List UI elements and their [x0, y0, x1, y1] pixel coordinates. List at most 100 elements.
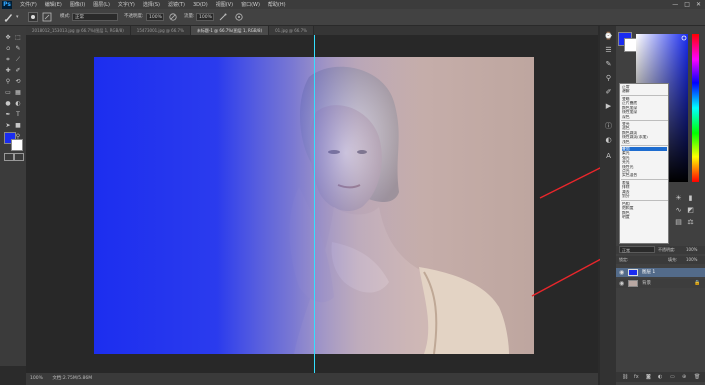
gradient-tool-icon[interactable]: ▦ [14, 89, 22, 97]
path-select-tool-icon[interactable]: ➤ [4, 122, 12, 130]
menu-layer[interactable]: 图层(L) [93, 1, 110, 8]
blend-option[interactable]: 明度 [622, 215, 667, 219]
move-tool-icon[interactable]: ✥ [4, 34, 12, 42]
adjustments-icon[interactable]: ◐ [604, 136, 613, 145]
healing-tool-icon[interactable]: ✚ [4, 67, 12, 75]
hue-slider[interactable] [692, 34, 699, 182]
lock-label: 锁定: [619, 257, 629, 262]
exposure-icon[interactable]: ◩ [686, 206, 695, 215]
tab-document-active[interactable]: 未标题-1 @ 66.7%(图层 1, RGB/8) [190, 26, 270, 35]
options-bar: ▾ 模式: 正常 不透明度: 100% 流量: 100% [0, 9, 705, 26]
opacity-label: 不透明度: [124, 14, 144, 19]
rectangle-tool-icon[interactable]: ■ [14, 122, 22, 130]
eyedropper-tool-icon[interactable]: ⟋ [14, 56, 22, 64]
zoom-level[interactable]: 100% [30, 376, 43, 381]
tab-document-1[interactable]: 2018012_153013.jpg @ 66.7%(图层 1, RGB/8) [26, 26, 131, 35]
color-balance-icon[interactable]: ⚖ [686, 218, 695, 227]
vertical-guide[interactable] [314, 35, 315, 373]
tool-presets-icon[interactable]: ✐ [604, 88, 613, 97]
flow-label: 流量: [184, 14, 195, 19]
curves-icon[interactable]: ∿ [674, 206, 683, 215]
mask-icon[interactable]: ◙ [646, 374, 651, 380]
blend-option[interactable]: 浅色 [622, 140, 667, 144]
tool-preset-chevron-icon[interactable]: ▾ [16, 14, 20, 20]
close-button[interactable]: ✕ [696, 1, 701, 8]
tab-document-2[interactable]: 15473001.jpg @ 66.7% [130, 26, 191, 35]
pen-tool-icon[interactable]: ✒ [4, 111, 12, 119]
menu-type[interactable]: 文字(Y) [118, 1, 135, 8]
marquee-tool-icon[interactable]: ⬚ [14, 34, 22, 42]
brush-panel-icon[interactable] [42, 12, 52, 22]
blur-tool-icon[interactable]: ● [4, 100, 12, 108]
group-icon[interactable]: ▭ [670, 374, 675, 380]
levels-icon[interactable]: ▮ [686, 194, 695, 203]
brightness-icon[interactable]: ☀ [674, 194, 683, 203]
brush-presets-icon[interactable]: ✎ [604, 60, 613, 69]
blend-option[interactable]: 溶解 [622, 89, 667, 93]
menu-divider [621, 145, 668, 146]
flow-field[interactable]: 100% [196, 13, 214, 21]
airbrush-icon[interactable] [218, 12, 228, 22]
menu-edit[interactable]: 编辑(E) [45, 1, 62, 8]
maximize-button[interactable]: □ [684, 1, 690, 8]
layer-blend-select[interactable]: 正常 [619, 246, 655, 253]
photoshop-logo: Ps [2, 0, 12, 9]
brush-size-picker[interactable] [28, 12, 38, 22]
blend-option[interactable]: 划分 [622, 194, 667, 198]
info-icon[interactable]: ⓘ [604, 122, 613, 131]
opacity-field[interactable]: 100% [146, 13, 164, 21]
tab-document-4[interactable]: 01.jpg @ 66.7% [269, 26, 314, 35]
actions-icon[interactable]: ▶ [604, 102, 613, 111]
mode-select[interactable]: 正常 [72, 13, 118, 21]
layer-name[interactable]: 背景 [642, 280, 651, 287]
menu-image[interactable]: 图像(I) [70, 1, 85, 8]
character-icon[interactable]: A [604, 152, 613, 161]
lasso-tool-icon[interactable]: ഠ [4, 45, 12, 53]
dodge-tool-icon[interactable]: ◐ [14, 100, 22, 108]
crop-tool-icon[interactable]: ⌗ [4, 56, 12, 64]
menu-divider [621, 120, 668, 121]
brush-icon[interactable] [4, 12, 14, 22]
layer-row-selected[interactable]: ◉ 图层 1 [616, 268, 705, 277]
type-tool-icon[interactable]: T [14, 111, 22, 119]
properties-icon[interactable]: ☰ [604, 46, 613, 55]
clone-source-icon[interactable]: ⚲ [604, 74, 613, 83]
link-layers-icon[interactable]: ⛓ [622, 374, 628, 380]
menu-help[interactable]: 帮助(H) [268, 1, 286, 8]
blend-option[interactable]: 深色 [622, 115, 667, 119]
quick-mask-icon[interactable] [4, 153, 14, 161]
brush-tool-icon[interactable]: ✐ [14, 67, 22, 75]
menu-file[interactable]: 文件(F) [20, 1, 37, 8]
history-brush-tool-icon[interactable]: ⟲ [14, 78, 22, 86]
trash-icon[interactable]: 🗑 [694, 374, 700, 380]
adjustments-panel: ☀ ▮ ∿ ◩ ▤ ⚖ [674, 194, 700, 242]
layer-row[interactable]: ◉ 背景 🔒 [616, 279, 705, 288]
menu-window[interactable]: 窗口(W) [241, 1, 260, 8]
screen-mode-icon[interactable] [14, 153, 24, 161]
quick-select-tool-icon[interactable]: ✎ [14, 45, 22, 53]
layer-name[interactable]: 图层 1 [642, 269, 655, 276]
eye-icon[interactable]: ◉ [619, 269, 624, 276]
layer-opacity-value[interactable]: 100% [686, 246, 697, 253]
history-icon[interactable]: ⌚ [604, 32, 613, 41]
panel-dock: ⌚ ☰ ✎ ⚲ ✐ ▶ ⓘ ◐ A [600, 26, 616, 385]
new-layer-icon[interactable]: ⊕ [682, 374, 686, 380]
pressure-opacity-icon[interactable] [168, 12, 178, 22]
menu-select[interactable]: 选择(S) [143, 1, 160, 8]
menu-filter[interactable]: 滤镜(T) [168, 1, 185, 8]
blend-option[interactable]: 实色混合 [622, 173, 667, 177]
adjustment-layer-icon[interactable]: ◐ [658, 374, 662, 380]
hue-saturation-icon[interactable]: ▤ [674, 218, 683, 227]
menu-3d[interactable]: 3D(D) [193, 2, 208, 8]
fill-label: 填充: [668, 257, 678, 262]
minimize-button[interactable]: — [672, 1, 678, 8]
layer-thumbnail [628, 280, 638, 287]
clone-stamp-tool-icon[interactable]: ⚲ [4, 78, 12, 86]
eraser-tool-icon[interactable]: ▭ [4, 89, 12, 97]
fx-icon[interactable]: fx [634, 374, 639, 380]
background-color-swatch[interactable] [11, 139, 23, 151]
menu-view[interactable]: 视图(V) [216, 1, 233, 8]
fill-value[interactable]: 100% [686, 256, 697, 263]
eye-icon[interactable]: ◉ [619, 280, 624, 287]
pressure-size-icon[interactable] [234, 12, 244, 22]
